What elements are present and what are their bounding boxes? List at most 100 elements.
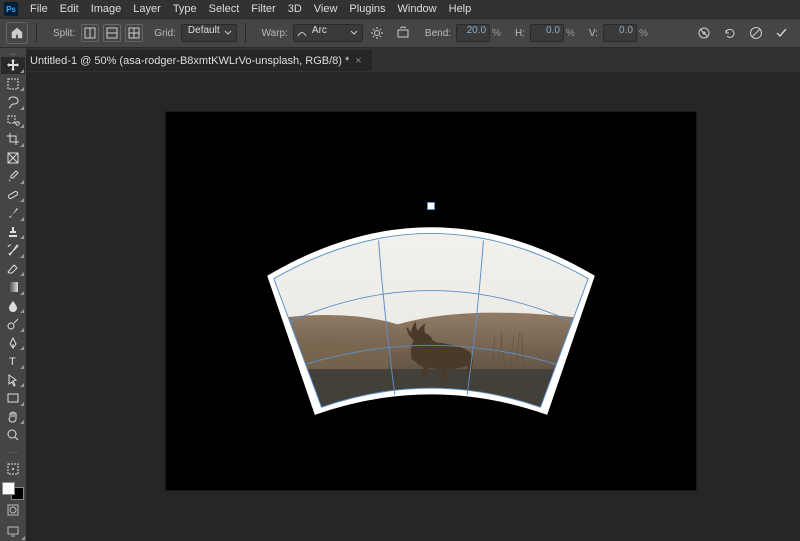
document-tab-bar: » Untitled-1 @ 50% (asa-rodger-B8xmtKWLr… [0,48,800,72]
stamp-icon [6,225,20,239]
rectangle-icon [6,391,20,405]
arrow-icon [6,373,20,387]
menu-help[interactable]: Help [443,3,478,15]
tools-panel: ┄ T ⋯ [0,48,26,541]
menu-3d[interactable]: 3D [282,3,308,15]
hand-tool[interactable] [1,409,25,426]
crop-tool[interactable] [1,131,25,148]
quick-mask-button[interactable] [1,502,25,519]
grid-label: Grid: [154,28,176,39]
menu-layer[interactable]: Layer [127,3,167,15]
split-horizontal-button[interactable] [103,24,121,42]
zoom-tool[interactable] [1,427,25,444]
frame-icon [6,151,20,165]
shape-tool[interactable] [1,390,25,407]
pen-icon [6,336,20,350]
history-brush-icon [6,243,20,257]
h-label: H: [515,28,525,39]
home-icon [10,26,24,40]
path-selection-tool[interactable] [1,372,25,389]
eyedropper-tool[interactable] [1,168,25,185]
zoom-icon [6,428,20,442]
split-cross-button[interactable] [125,24,143,42]
pen-tool[interactable] [1,335,25,352]
lasso-icon [6,95,20,109]
hand-icon [6,410,20,424]
history-brush-tool[interactable] [1,242,25,259]
menu-edit[interactable]: Edit [54,3,85,15]
marquee-tool[interactable] [1,76,25,93]
drop-icon [6,299,20,313]
gradient-icon [6,280,20,294]
foreground-swatch[interactable] [2,482,15,495]
check-icon [775,26,789,40]
warp-select[interactable]: Arc [293,24,363,42]
lasso-tool[interactable] [1,94,25,111]
reset-button[interactable] [720,23,740,43]
h-unit: % [566,28,575,39]
split-vertical-button[interactable] [81,24,99,42]
split-vertical-icon [84,27,96,39]
options-bar: Split: Grid: Default Warp: Arc Bend: 20.… [0,18,800,48]
warp-settings-button[interactable] [367,23,387,43]
blur-tool[interactable] [1,298,25,315]
move-tool[interactable] [1,57,25,74]
reference-point-icon [696,25,712,41]
menu-view[interactable]: View [308,3,344,15]
home-button[interactable] [6,22,28,44]
marquee-icon [6,77,20,91]
document-tab[interactable]: Untitled-1 @ 50% (asa-rodger-B8xmtKWLrVo… [20,50,372,71]
commit-button[interactable] [772,23,792,43]
eraser-tool[interactable] [1,261,25,278]
menu-image[interactable]: Image [85,3,128,15]
warp-orientation-button[interactable] [393,23,413,43]
close-icon[interactable]: × [355,55,361,67]
menu-select[interactable]: Select [203,3,246,15]
v-unit: % [639,28,648,39]
divider [245,23,246,43]
healing-tool[interactable] [1,187,25,204]
document-tab-title: Untitled-1 @ 50% (asa-rodger-B8xmtKWLrVo… [30,55,349,67]
menu-file[interactable]: File [24,3,54,15]
type-tool[interactable]: T [1,353,25,370]
color-swatches[interactable] [2,482,24,500]
cancel-button[interactable] [746,23,766,43]
menu-filter[interactable]: Filter [245,3,281,15]
chevron-down-icon [350,29,358,37]
bend-field[interactable]: 20.0 [456,24,490,42]
edit-toolbar-icon [6,462,20,476]
warp-handle-top[interactable] [427,202,435,210]
h-field[interactable]: 0.0 [530,24,564,42]
v-field[interactable]: 0.0 [603,24,637,42]
selection-tool[interactable] [1,113,25,130]
grid-select-value: Default [188,25,220,36]
stamp-tool[interactable] [1,224,25,241]
drag-handle[interactable]: ┄ [11,50,16,56]
menu-window[interactable]: Window [392,3,443,15]
screen-mode-button[interactable] [1,523,25,540]
canvas[interactable] [166,112,696,490]
bandage-icon [6,188,20,202]
undo-icon [723,26,737,40]
dodge-icon [6,317,20,331]
brush-icon [6,206,20,220]
split-horizontal-icon [106,27,118,39]
frame-tool[interactable] [1,150,25,167]
brush-tool[interactable] [1,205,25,222]
eraser-icon [6,262,20,276]
menu-type[interactable]: Type [167,3,203,15]
menu-plugins[interactable]: Plugins [343,3,391,15]
gradient-tool[interactable] [1,279,25,296]
dodge-tool[interactable] [1,316,25,333]
edit-toolbar-button[interactable] [1,461,25,478]
toolbar-more[interactable]: ⋯ [9,447,18,458]
crop-icon [6,132,20,146]
warp-select-value: Arc [312,25,327,36]
bend-unit: % [492,28,501,39]
reference-point-button[interactable] [694,23,714,43]
menu-bar: Ps File Edit Image Layer Type Select Fil… [0,0,800,18]
warp-transform[interactable] [246,212,616,412]
grid-select[interactable]: Default [181,24,237,42]
v-label: V: [589,28,598,39]
divider [36,23,37,43]
